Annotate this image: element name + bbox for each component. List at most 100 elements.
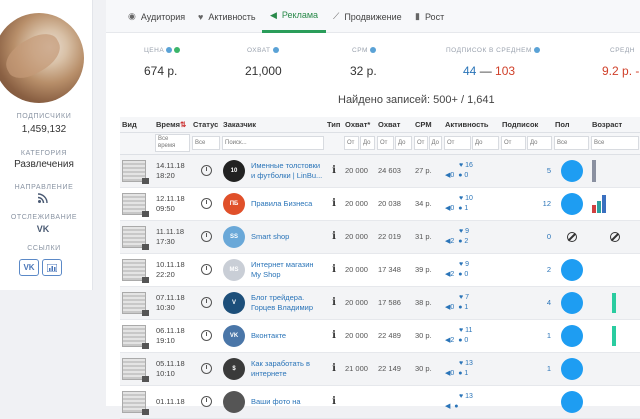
info-icon[interactable]: i [327, 330, 341, 341]
subs-to[interactable]: До [527, 136, 552, 150]
customer-link[interactable]: Именные толстовки и футболки | LinBu... [251, 161, 323, 181]
info-icon[interactable]: i [327, 165, 341, 176]
col-age[interactable]: Возраст [590, 117, 640, 133]
vk-link-button[interactable]: VK [19, 259, 39, 276]
col-gender[interactable]: Пол [553, 117, 590, 133]
cpm-label: CPM [352, 47, 376, 54]
subs-cell[interactable] [500, 385, 553, 419]
subs-cell[interactable]: 5 [500, 154, 553, 188]
age-filter[interactable]: Все [591, 136, 639, 150]
customer-link[interactable]: Ваши фото на [251, 397, 301, 407]
customer-link[interactable]: Правила Бизнеса [251, 199, 312, 209]
post-thumbnail[interactable] [122, 159, 149, 184]
subs-cell[interactable]: 1 [500, 319, 553, 353]
customer-link[interactable]: Smart shop [251, 232, 289, 242]
vk-icon[interactable]: VK [34, 224, 52, 234]
time-filter[interactable]: Все время [155, 134, 190, 152]
customer-logo[interactable]: V [223, 291, 245, 314]
tab-audience[interactable]: ◉ Аудитория [128, 0, 185, 33]
info-icon[interactable] [166, 47, 173, 53]
subs-cell[interactable]: 2 [500, 253, 553, 287]
stats-link-button[interactable] [42, 259, 62, 276]
info-icon[interactable] [533, 47, 540, 53]
customer-link[interactable]: Как заработать в интернете [251, 359, 323, 379]
post-thumbnail[interactable] [122, 192, 149, 217]
activity-from[interactable]: От [444, 136, 471, 150]
avg-value: 9.2 р. - [602, 64, 640, 78]
post-thumbnail[interactable] [122, 291, 149, 316]
col-activity[interactable]: Активность [443, 117, 500, 133]
reach-est-from[interactable]: От [344, 136, 359, 150]
gender-filter[interactable]: Все [554, 136, 589, 150]
subs-cell[interactable]: 1 [500, 352, 553, 386]
col-cpm[interactable]: CPM [413, 117, 443, 133]
table-row[interactable]: 07.11.18 10:30 V Блог трейдера. Горцев Влад… [120, 286, 640, 320]
customer-link[interactable]: Интернет магазин My Shop [251, 260, 323, 280]
clock-icon [201, 231, 212, 242]
post-thumbnail[interactable] [122, 324, 149, 349]
post-thumbnail[interactable] [122, 357, 149, 382]
col-status[interactable]: Статус [191, 117, 221, 133]
info-icon[interactable]: i [327, 198, 341, 209]
likes-count: 7 [465, 293, 470, 301]
tab-advertising[interactable]: ◀ Реклама [262, 0, 327, 33]
customer-logo[interactable]: SS [223, 225, 245, 248]
col-reach-est[interactable]: Охват* [343, 117, 376, 133]
info-icon[interactable]: i [327, 363, 341, 374]
reach-est-to[interactable]: До [360, 136, 375, 150]
age-chart [590, 319, 640, 353]
status-filter[interactable]: Все [192, 136, 220, 150]
col-subs[interactable]: Подписок [500, 117, 553, 133]
table-row[interactable]: 05.11.18 10:10 $ Как заработать в интернете… [120, 352, 640, 386]
subs-cell[interactable]: 12 [500, 187, 553, 221]
customer-link[interactable]: Вконтакте [251, 331, 286, 341]
table-row[interactable]: 10.11.18 22:20 MS Интернет магазин My Shop i… [120, 253, 640, 287]
cpm-to[interactable]: До [428, 136, 442, 150]
info-icon[interactable]: i [327, 297, 341, 308]
clock-icon [201, 165, 212, 176]
chart-bar-icon [47, 263, 57, 272]
info-icon[interactable] [369, 47, 376, 53]
customer-logo[interactable] [223, 390, 245, 413]
table-row[interactable]: 14.11.18 18:20 10 Именные толстовки и футбо… [120, 154, 640, 188]
reach-from[interactable]: От [377, 136, 394, 150]
customer-logo[interactable]: ПБ [223, 192, 245, 215]
post-thumbnail[interactable] [122, 258, 149, 283]
info-icon[interactable]: i [327, 396, 341, 407]
tab-promotion[interactable]: ⟋ Продвижение [333, 0, 402, 33]
table-row[interactable]: 12.11.18 09:50 ПБ Правила Бизнеса i 20 000 20 … [120, 187, 640, 221]
info-icon[interactable]: i [327, 231, 341, 242]
subs-cell[interactable]: 4 [500, 286, 553, 320]
activity-to[interactable]: До [472, 136, 499, 150]
tab-activity[interactable]: ♥ Активность [198, 0, 256, 33]
table-row[interactable]: 06.11.18 19:10 VK Вконтакте i 20 000 22 489 30 … [120, 319, 640, 353]
cpm-cell [413, 385, 443, 419]
customer-logo[interactable]: $ [223, 357, 245, 380]
post-thumbnail[interactable] [122, 225, 149, 250]
col-reach[interactable]: Охват [376, 117, 413, 133]
col-type[interactable]: Тип [325, 117, 343, 133]
check-icon [174, 47, 181, 53]
col-time[interactable]: Время⇅ [154, 117, 191, 133]
customer-logo[interactable]: MS [223, 258, 245, 281]
post-time: 10:10 [156, 368, 175, 378]
table-row[interactable]: 11.11.18 17:30 SS Smart shop i 20 000 22 019 31… [120, 220, 640, 254]
gender-chart [560, 291, 583, 314]
col-view[interactable]: Вид [120, 117, 154, 133]
subs-from[interactable]: От [501, 136, 526, 150]
tab-growth[interactable]: ▮ Рост [415, 0, 444, 33]
info-icon[interactable]: i [327, 264, 341, 275]
reach-to[interactable]: До [395, 136, 412, 150]
age-chart [590, 286, 640, 320]
table-row[interactable]: 01.11.18 Ваши фото на i ♥ 13 ◀ ● [120, 385, 640, 419]
sort-icon[interactable]: ⇅ [180, 120, 186, 129]
col-customer[interactable]: Заказчик [221, 117, 325, 133]
post-thumbnail[interactable] [122, 390, 149, 415]
cpm-from[interactable]: От [414, 136, 428, 150]
customer-logo[interactable]: 10 [223, 159, 245, 182]
subs-cell[interactable]: 0 [500, 220, 553, 254]
customer-link[interactable]: Блог трейдера. Горцев Владимир [251, 293, 323, 313]
info-icon[interactable] [272, 47, 279, 53]
customer-search-input[interactable]: Поиск... [222, 136, 324, 150]
customer-logo[interactable]: VK [223, 324, 245, 347]
